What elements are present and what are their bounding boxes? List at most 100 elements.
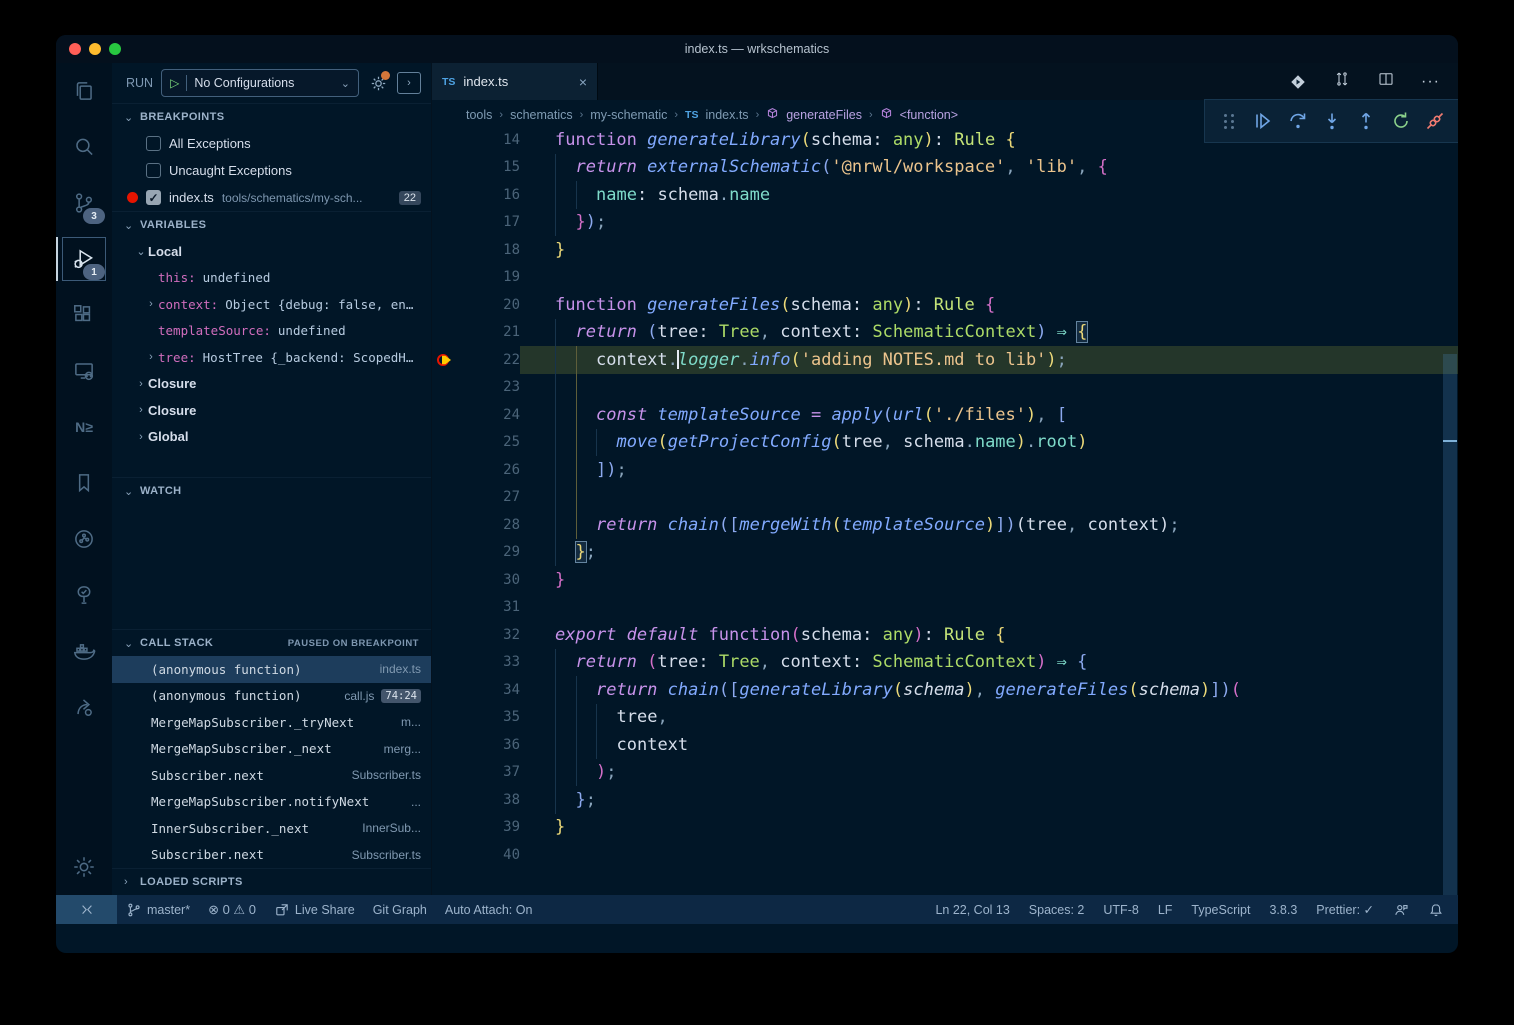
drag-grip[interactable] xyxy=(1217,109,1241,133)
code-line-23[interactable]: 23 xyxy=(432,374,1458,402)
step-out-icon[interactable] xyxy=(1354,109,1378,133)
code-area[interactable]: 14function generateLibrary(schema: any):… xyxy=(432,130,1458,895)
status-item-auto-attach-on[interactable]: Auto Attach: On xyxy=(436,895,542,924)
step-over-icon[interactable] xyxy=(1286,109,1310,133)
status-item-master[interactable]: master* xyxy=(117,895,199,924)
code-line-28[interactable]: 28return chain([mergeWith(templateSource… xyxy=(432,511,1458,539)
breadcrumb-item[interactable]: index.ts xyxy=(705,108,748,122)
variables-scope-row[interactable]: ›Closure xyxy=(112,397,431,424)
call-stack-frame[interactable]: Subscriber.nextSubscriber.ts xyxy=(112,842,431,869)
compare-icon[interactable] xyxy=(1333,70,1351,93)
breakpoint-checkbox[interactable] xyxy=(146,163,161,178)
open-changes-icon[interactable] xyxy=(1289,73,1307,91)
status-item-live-share[interactable]: Live Share xyxy=(265,895,364,924)
status-item-remote-icon[interactable] xyxy=(56,895,117,924)
breakpoint-checkbox[interactable]: ✓ xyxy=(146,190,161,205)
code-line-15[interactable]: 15return externalSchematic('@nrwl/worksp… xyxy=(432,154,1458,182)
status-item-ln-22-col-13[interactable]: Ln 22, Col 13 xyxy=(935,903,1009,917)
breadcrumb-item[interactable]: my-schematic xyxy=(590,108,667,122)
call-stack-frame[interactable]: InnerSubscriber._nextInnerSub... xyxy=(112,815,431,842)
status-item-utf-8[interactable]: UTF-8 xyxy=(1103,903,1138,917)
code-line-37[interactable]: 37); xyxy=(432,759,1458,787)
activity-bar-item-source-control[interactable]: 3 xyxy=(56,175,112,231)
activity-bar-item-settings[interactable] xyxy=(56,839,112,895)
code-line-34[interactable]: 34return chain([generateLibrary(schema),… xyxy=(432,676,1458,704)
zoom-window-button[interactable] xyxy=(109,43,121,55)
activity-bar-item-test-explorer[interactable] xyxy=(56,567,112,623)
variables-scope-row[interactable]: ›Closure xyxy=(112,371,431,398)
code-line-16[interactable]: 16name: schema.name xyxy=(432,181,1458,209)
activity-bar-item-explorer[interactable] xyxy=(56,63,112,119)
call-stack-frame[interactable]: MergeMapSubscriber.notifyNext... xyxy=(112,789,431,816)
activity-bar-item-extensions[interactable] xyxy=(56,287,112,343)
variable-row[interactable]: ›tree:HostTree {_backend: ScopedH… xyxy=(112,344,431,371)
split-editor-icon[interactable] xyxy=(1377,70,1395,93)
variable-row[interactable]: this:undefined xyxy=(112,265,431,292)
step-into-icon[interactable] xyxy=(1320,109,1344,133)
status-item-0-0[interactable]: ⊗ 0 ⚠ 0 xyxy=(199,895,265,924)
breadcrumb-item[interactable]: <function> xyxy=(900,108,958,122)
call-stack-frame[interactable]: MergeMapSubscriber._nextmerg... xyxy=(112,736,431,763)
code-line-38[interactable]: 38}; xyxy=(432,786,1458,814)
activity-bar-item-run-debug[interactable]: 1 xyxy=(56,231,112,287)
status-item-feedback-icon[interactable] xyxy=(1393,902,1409,918)
breakpoint-checkbox[interactable] xyxy=(146,136,161,151)
tab-index-ts[interactable]: TS index.ts × xyxy=(432,63,598,100)
code-line-31[interactable]: 31 xyxy=(432,594,1458,622)
variables-scope-row[interactable]: ›Global xyxy=(112,424,431,451)
code-line-30[interactable]: 30} xyxy=(432,566,1458,594)
editor-scrollbar[interactable] xyxy=(1443,354,1457,895)
breakpoint-item[interactable]: ✓index.tstools/schematics/my-sch...22 xyxy=(112,184,431,211)
code-line-22[interactable]: 22context.logger.info('adding NOTES.md t… xyxy=(432,346,1458,374)
loaded-scripts-section-header[interactable]: › LOADED SCRIPTS xyxy=(112,868,431,895)
code-line-40[interactable]: 40 xyxy=(432,841,1458,869)
status-item-spaces-2[interactable]: Spaces: 2 xyxy=(1029,903,1085,917)
breakpoint-item[interactable]: All Exceptions xyxy=(112,130,431,157)
code-line-24[interactable]: 24const templateSource = apply(url('./fi… xyxy=(432,401,1458,429)
status-item-typescript[interactable]: TypeScript xyxy=(1191,903,1250,917)
call-stack-frame[interactable]: (anonymous function)index.ts xyxy=(112,656,431,683)
status-item-bell-icon[interactable] xyxy=(1428,902,1444,918)
breadcrumb-item[interactable]: schematics xyxy=(510,108,573,122)
launch-configuration-dropdown[interactable]: ▷ No Configurations ⌄ xyxy=(161,69,359,97)
call-stack-frame[interactable]: (anonymous function)call.js74:24 xyxy=(112,683,431,710)
code-line-26[interactable]: 26]); xyxy=(432,456,1458,484)
call-stack-section-header[interactable]: ⌄ CALL STACK PAUSED ON BREAKPOINT xyxy=(112,629,431,656)
activity-bar-item-docker[interactable] xyxy=(56,623,112,679)
code-line-17[interactable]: 17}); xyxy=(432,209,1458,237)
restart-icon[interactable] xyxy=(1389,109,1413,133)
code-line-18[interactable]: 18} xyxy=(432,236,1458,264)
activity-bar-item-bookmarks[interactable] xyxy=(56,455,112,511)
status-item-prettier[interactable]: Prettier: ✓ xyxy=(1316,902,1374,917)
variable-row[interactable]: ›context:Object {debug: false, en… xyxy=(112,291,431,318)
breakpoints-section-header[interactable]: ⌄ BREAKPOINTS xyxy=(112,103,431,130)
activity-bar-item-search[interactable] xyxy=(56,119,112,175)
close-window-button[interactable] xyxy=(69,43,81,55)
minimize-window-button[interactable] xyxy=(89,43,101,55)
breakpoint-item[interactable]: Uncaught Exceptions xyxy=(112,157,431,184)
code-line-27[interactable]: 27 xyxy=(432,484,1458,512)
continue-icon[interactable] xyxy=(1251,109,1275,133)
more-actions-icon[interactable]: ··· xyxy=(1421,73,1440,91)
status-item-lf[interactable]: LF xyxy=(1158,903,1173,917)
code-line-35[interactable]: 35tree, xyxy=(432,704,1458,732)
watch-section-header[interactable]: ⌄ WATCH xyxy=(112,477,431,504)
call-stack-frame[interactable]: Subscriber.nextSubscriber.ts xyxy=(112,762,431,789)
call-stack-frame[interactable]: MergeMapSubscriber._tryNextm... xyxy=(112,709,431,736)
code-line-29[interactable]: 29}; xyxy=(432,539,1458,567)
status-item-git-graph[interactable]: Git Graph xyxy=(364,895,436,924)
variables-section-header[interactable]: ⌄ VARIABLES xyxy=(112,211,431,238)
code-line-33[interactable]: 33return (tree: Tree, context: Schematic… xyxy=(432,649,1458,677)
code-line-36[interactable]: 36context xyxy=(432,731,1458,759)
code-line-32[interactable]: 32export default function(schema: any): … xyxy=(432,621,1458,649)
breadcrumb-item[interactable]: tools xyxy=(466,108,492,122)
code-line-25[interactable]: 25move(getProjectConfig(tree, schema.nam… xyxy=(432,429,1458,457)
activity-bar-item-live-share[interactable] xyxy=(56,679,112,735)
activity-bar-item-nx-console[interactable]: N≥ xyxy=(56,399,112,455)
code-line-20[interactable]: 20function generateFiles(schema: any): R… xyxy=(432,291,1458,319)
breadcrumb-item[interactable]: generateFiles xyxy=(786,108,862,122)
configure-gear-button[interactable] xyxy=(367,72,389,94)
start-debug-icon[interactable]: ▷ xyxy=(170,76,179,90)
code-line-39[interactable]: 39} xyxy=(432,814,1458,842)
activity-bar-item-git-graph[interactable] xyxy=(56,511,112,567)
